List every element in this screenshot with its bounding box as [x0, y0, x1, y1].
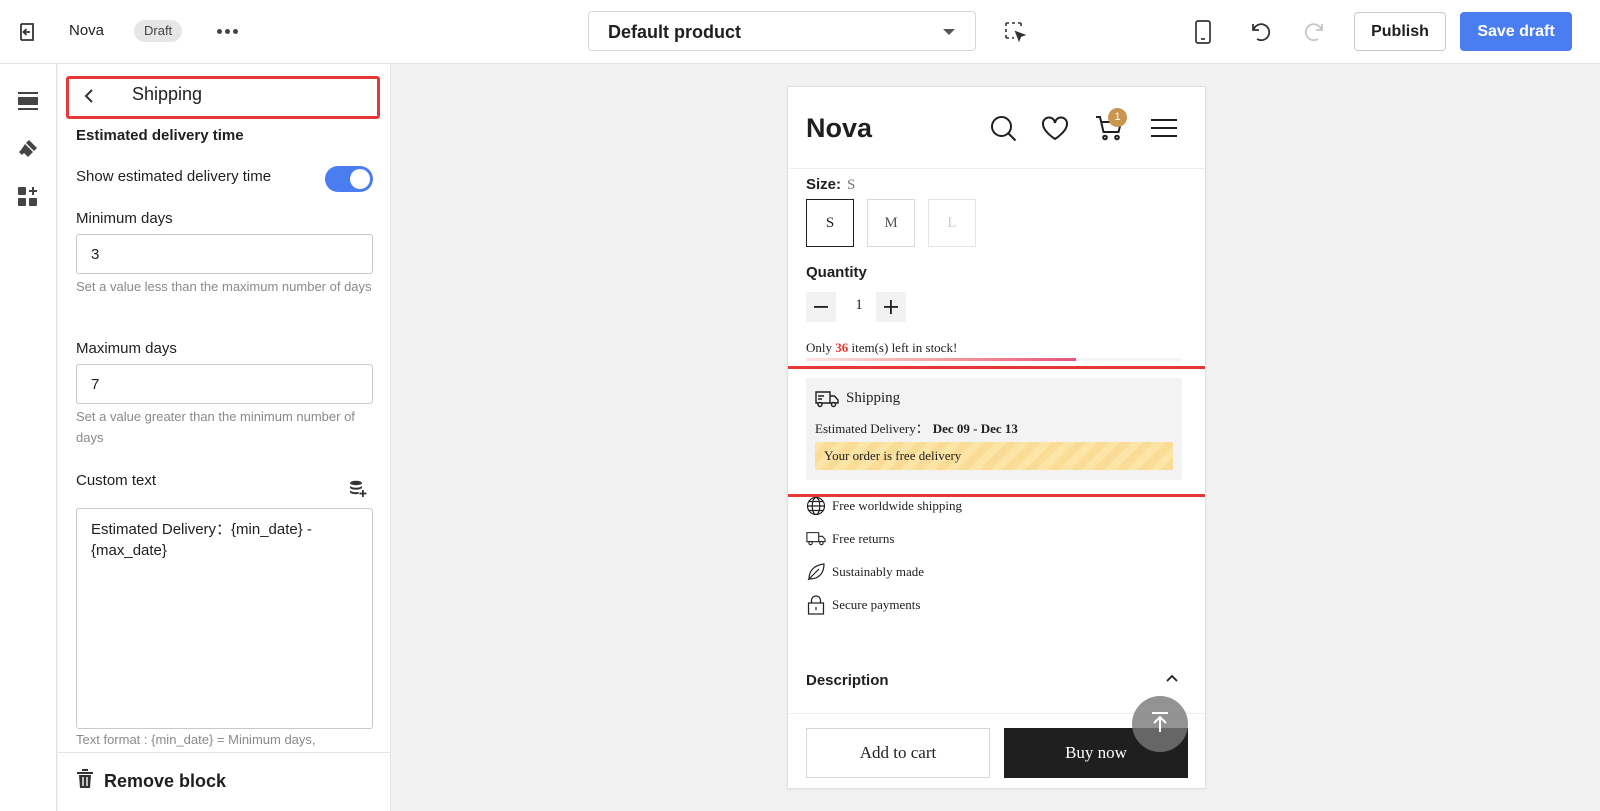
size-option[interactable]: M — [867, 199, 915, 247]
exit-icon[interactable] — [16, 19, 42, 45]
save-draft-button[interactable]: Save draft — [1460, 12, 1572, 51]
truck-return-icon — [806, 529, 826, 549]
description-heading[interactable]: Description — [806, 672, 889, 689]
min-days-input[interactable] — [76, 234, 373, 274]
stock-count: 36 — [835, 340, 849, 355]
store-header: Nova 1 — [788, 87, 1205, 169]
template-select-value: Default product — [608, 22, 741, 42]
estimated-delivery: Estimated Delivery： Dec 09 - Dec 13 — [815, 418, 1018, 437]
max-days-label: Maximum days — [76, 340, 177, 357]
wishlist-heart-icon[interactable] — [1040, 113, 1070, 143]
stock-progress-bar — [806, 358, 1181, 361]
stock-progress-fill — [806, 358, 1076, 361]
custom-text-input[interactable]: Estimated Delivery：{min_date} - {max_dat… — [76, 508, 373, 729]
add-block-icon[interactable] — [15, 184, 41, 210]
globe-icon — [806, 496, 826, 516]
remove-block-button[interactable]: Remove block — [76, 769, 226, 794]
select-element-icon[interactable] — [1001, 18, 1029, 46]
chevron-down-icon — [943, 29, 955, 35]
size-label-row: Size: S — [806, 176, 855, 194]
free-delivery-banner: Your order is free delivery — [815, 442, 1173, 470]
redo-icon[interactable] — [1300, 18, 1328, 46]
min-days-help: Set a value less than the maximum number… — [76, 279, 372, 294]
add-to-cart-button[interactable]: Add to cart — [806, 728, 990, 778]
undo-icon[interactable] — [1247, 18, 1275, 46]
shipping-title: Shipping — [846, 390, 901, 406]
panel-header: Shipping — [66, 76, 380, 119]
truck-icon — [815, 390, 839, 408]
publish-button[interactable]: Publish — [1354, 12, 1446, 51]
max-days-input[interactable] — [76, 364, 373, 404]
size-selected-value: S — [847, 177, 856, 193]
more-options-icon[interactable] — [214, 20, 240, 42]
panel-title: Shipping — [132, 84, 203, 104]
dynamic-source-icon[interactable] — [349, 480, 367, 498]
arrow-up-icon — [1150, 711, 1170, 738]
trash-icon — [76, 769, 94, 794]
menu-icon[interactable] — [1149, 113, 1179, 143]
section-title: Estimated delivery time — [76, 127, 244, 144]
text-format-help: Text format : {min_date} = Minimum days, — [76, 732, 316, 747]
stock-message: Only 36 item(s) left in stock! — [806, 340, 958, 355]
quantity-label: Quantity — [806, 264, 867, 281]
leaf-icon — [806, 562, 826, 582]
store-logo: Nova — [806, 113, 873, 143]
custom-text-label: Custom text — [76, 472, 157, 489]
mobile-preview-icon[interactable] — [1189, 18, 1217, 46]
size-option[interactable]: L — [928, 199, 976, 247]
draft-badge: Draft — [134, 20, 183, 42]
show-delivery-label: Show estimated delivery time — [76, 168, 272, 185]
lock-icon — [806, 595, 826, 615]
quantity-decrease-button[interactable] — [806, 292, 836, 322]
feature-item: Free returns — [806, 529, 894, 549]
store-name: Nova — [69, 22, 105, 39]
settings-panel: Shipping Estimated delivery time Show es… — [58, 64, 391, 811]
back-arrow-icon[interactable] — [79, 86, 99, 106]
sections-icon[interactable] — [15, 88, 41, 114]
product-preview: Nova 1 Size: S S M L Quantity 1 Only 36 i… — [787, 86, 1206, 789]
back-to-top-button[interactable] — [1132, 696, 1188, 752]
max-days-help: Set a value greater than the minimum num… — [76, 409, 355, 445]
size-label: Size: — [806, 176, 842, 193]
template-select[interactable]: Default product — [588, 11, 976, 51]
chevron-up-icon[interactable] — [1165, 671, 1179, 685]
feature-item: Secure payments — [806, 595, 920, 615]
theme-style-icon[interactable] — [15, 136, 41, 162]
cart-count-badge: 1 — [1108, 108, 1127, 127]
quantity-increase-button[interactable] — [876, 292, 906, 322]
remove-block-label: Remove block — [104, 771, 227, 791]
show-delivery-toggle[interactable] — [325, 166, 373, 192]
feature-item: Free worldwide shipping — [806, 496, 962, 516]
search-icon[interactable] — [988, 113, 1018, 143]
size-option[interactable]: S — [806, 199, 854, 247]
panel-footer: Remove block — [58, 752, 390, 811]
min-days-label: Minimum days — [76, 210, 173, 227]
quantity-value: 1 — [855, 297, 863, 313]
estimated-delivery-range: Dec 09 - Dec 13 — [932, 421, 1018, 436]
left-rail — [0, 64, 57, 811]
feature-item: Sustainably made — [806, 562, 924, 582]
estimated-delivery-label: Estimated Delivery： — [815, 421, 929, 436]
top-bar: Nova Draft Default product Publish Save … — [0, 0, 1600, 64]
